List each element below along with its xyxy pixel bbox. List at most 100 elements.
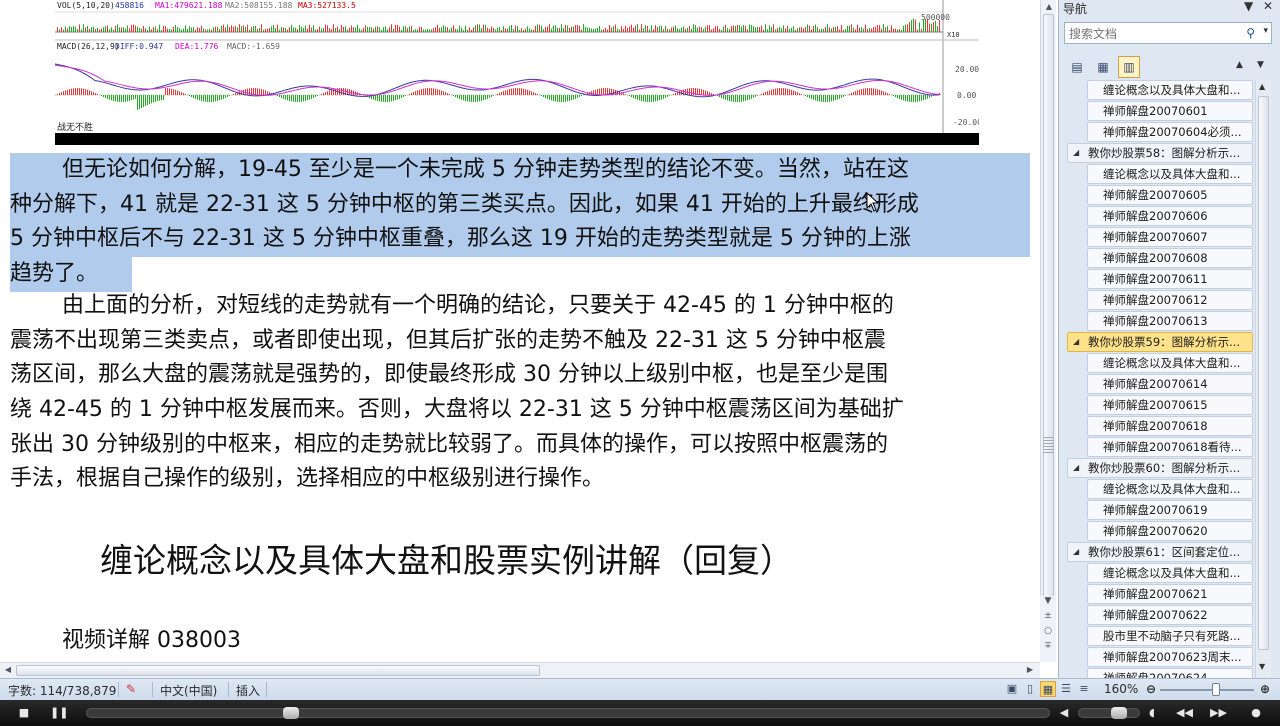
volume-bar <box>345 26 346 32</box>
nav-heading-item[interactable]: ◢ 教你炒股票61：区间套定位... <box>1067 542 1253 562</box>
language-indicator[interactable]: 中文(中国) <box>160 682 217 699</box>
tab-results-icon[interactable]: ▥ <box>1118 56 1140 78</box>
select-browse-object-icon[interactable]: ○ <box>1040 626 1056 641</box>
document-horizontal-scrollbar[interactable]: ◀ ▶ <box>0 662 1040 678</box>
nav-subheading-item[interactable]: 禅师解盘20070622 <box>1087 605 1253 625</box>
nav-subheading-item[interactable]: 禅师解盘20070601 <box>1087 101 1253 121</box>
nav-scroll-thumb[interactable] <box>1258 96 1269 650</box>
macd-bar <box>649 95 650 102</box>
web-layout-view-icon[interactable]: ▦ <box>1040 681 1056 697</box>
proofing-icon[interactable]: ✎ <box>126 682 136 696</box>
pause-icon[interactable]: ❚❚ <box>50 705 68 721</box>
collapse-triangle-icon[interactable]: ◢ <box>1073 144 1079 162</box>
fast-forward-icon[interactable]: ▶▶ <box>1210 705 1227 721</box>
nav-subheading-item[interactable]: 禅师解盘20070615 <box>1087 395 1253 415</box>
nav-subheading-item[interactable]: 禅师解盘20070606 <box>1087 206 1253 226</box>
tab-pages-icon[interactable]: ▦ <box>1092 56 1114 78</box>
seek-knob[interactable] <box>283 707 299 719</box>
nav-prev-result-icon[interactable]: ▲ <box>1236 60 1243 70</box>
collapse-triangle-icon[interactable]: ◢ <box>1073 543 1079 561</box>
volume-bar <box>721 29 722 32</box>
scroll-down-arrow-icon[interactable]: ▼ <box>1040 596 1056 611</box>
scroll-right-arrow-icon[interactable]: ▶ <box>1025 665 1035 675</box>
draft-view-icon[interactable]: ≡ <box>1076 681 1092 697</box>
next-page-icon[interactable]: ∓ <box>1040 641 1056 656</box>
nav-subheading-item[interactable]: 禅师解盘20070611 <box>1087 269 1253 289</box>
nav-search-box[interactable]: ⚲ ▾ <box>1064 22 1272 44</box>
collapse-triangle-icon[interactable]: ◢ <box>1073 333 1079 351</box>
macd-bar <box>389 95 390 102</box>
zoom-slider-knob[interactable] <box>1212 683 1220 696</box>
volume-bar <box>597 27 598 32</box>
full-screen-reading-view-icon[interactable]: ▯ <box>1022 681 1038 697</box>
volume-icon[interactable]: ◀ <box>1056 705 1072 721</box>
nav-heading-item[interactable]: ◢ 教你炒股票59：图解分析示... <box>1067 332 1253 352</box>
nav-vertical-scrollbar[interactable]: ▲ ▼ <box>1255 80 1271 678</box>
macd-bar <box>751 95 752 99</box>
search-options-chevron-icon[interactable]: ▾ <box>1263 26 1268 36</box>
horizontal-scroll-thumb[interactable] <box>16 665 540 676</box>
nav-subheading-item[interactable]: 禅师解盘20070618看待... <box>1087 437 1253 457</box>
nav-scroll-up-icon[interactable]: ▲ <box>1259 82 1265 91</box>
stop-icon[interactable]: ■ <box>16 705 32 721</box>
print-layout-view-icon[interactable]: ▣ <box>1004 681 1020 697</box>
collapse-triangle-icon[interactable]: ◢ <box>1073 459 1079 477</box>
zoom-slider[interactable] <box>1160 689 1254 691</box>
nav-dropdown-icon[interactable]: ▼ <box>1244 0 1253 13</box>
macd-bar <box>301 95 302 102</box>
volume-bar <box>395 24 396 32</box>
speaker-icon[interactable]: ◖ <box>1144 705 1160 721</box>
document-vertical-scrollbar[interactable]: ▲ <box>1040 0 1056 662</box>
paragraph-2[interactable]: 由上面的分析，对短线的走势就有一个明确的结论，只要关于 42-45 的 1 分钟… <box>10 289 1030 497</box>
zoom-in-icon[interactable]: ⊕ <box>1260 682 1270 696</box>
previous-page-icon[interactable]: ± <box>1040 611 1056 626</box>
volume-bar <box>925 18 926 32</box>
nav-search-input[interactable] <box>1065 24 1245 44</box>
nav-subheading-item[interactable]: 缠论概念以及具体大盘和... <box>1087 563 1253 583</box>
nav-subheading-item[interactable]: 禅师解盘20070620 <box>1087 521 1253 541</box>
nav-subheading-item[interactable]: 缠论概念以及具体大盘和... <box>1087 479 1253 499</box>
nav-subheading-item[interactable]: 禅师解盘20070621 <box>1087 584 1253 604</box>
record-icon[interactable]: ● <box>1248 705 1264 721</box>
playback-seek-bar[interactable] <box>86 707 1050 719</box>
nav-subheading-item[interactable]: 缠论概念以及具体大盘和... <box>1087 164 1253 184</box>
nav-subheading-item[interactable]: 禅师解盘20070612 <box>1087 290 1253 310</box>
tab-headings-icon[interactable]: ▤ <box>1066 56 1088 78</box>
nav-next-result-icon[interactable]: ▼ <box>1257 60 1264 70</box>
nav-heading-item[interactable]: ◢ 教你炒股票60：图解分析示... <box>1067 458 1253 478</box>
nav-subheading-item[interactable]: 禅师解盘20070614 <box>1087 374 1253 394</box>
macd-bar <box>749 95 750 100</box>
nav-subheading-item[interactable]: 缠论概念以及具体大盘和... <box>1087 353 1253 373</box>
nav-heading-item[interactable]: ◢ 教你炒股票58：图解分析示... <box>1067 143 1253 163</box>
volume-knob[interactable] <box>1111 707 1127 719</box>
nav-close-icon[interactable]: ✕ <box>1263 0 1273 13</box>
scroll-up-arrow-icon[interactable]: ▲ <box>1044 2 1054 12</box>
insert-mode-indicator[interactable]: 插入 <box>236 682 260 699</box>
nav-subheading-item[interactable]: 缠论概念以及具体大盘和... <box>1087 80 1253 100</box>
nav-subheading-item[interactable]: 禅师解盘20070613 <box>1087 311 1253 331</box>
nav-scroll-down-icon[interactable]: ▼ <box>1259 662 1265 671</box>
zoom-level[interactable]: 160% <box>1104 682 1138 696</box>
nav-subheading-item[interactable]: 股市里不动脑子只有死路... <box>1087 626 1253 646</box>
nav-subheading-item[interactable]: 禅师解盘20070605 <box>1087 185 1253 205</box>
scroll-left-arrow-icon[interactable]: ◀ <box>3 665 13 675</box>
outline-view-icon[interactable]: ☰ <box>1058 681 1074 697</box>
volume-bar <box>113 29 114 32</box>
vertical-scroll-thumb[interactable] <box>1043 14 1054 598</box>
volume-slider[interactable] <box>1078 707 1140 719</box>
nav-item-label: 禅师解盘20070611 <box>1103 272 1208 286</box>
nav-subheading-item[interactable]: 禅师解盘20070604必须... <box>1087 122 1253 142</box>
zoom-out-icon[interactable]: ⊖ <box>1146 682 1156 696</box>
word-count[interactable]: 字数: 114/738,879 <box>8 682 116 699</box>
paragraph-1-selected[interactable]: 但无论如何分解，19-45 至少是一个未完成 5 分钟走势类型的结论不变。当然，… <box>10 153 1030 303</box>
nav-subheading-item[interactable]: 禅师解盘20070619 <box>1087 500 1253 520</box>
nav-subheading-item[interactable]: 禅师解盘20070623周末... <box>1087 647 1253 667</box>
search-icon[interactable]: ⚲ <box>1246 26 1255 40</box>
nav-subheading-item[interactable]: 禅师解盘20070607 <box>1087 227 1253 247</box>
volume-bar <box>85 27 86 32</box>
rewind-icon[interactable]: ◀◀ <box>1176 705 1193 721</box>
nav-subheading-item[interactable]: 禅师解盘20070608 <box>1087 248 1253 268</box>
nav-subheading-item[interactable]: 禅师解盘20070618 <box>1087 416 1253 436</box>
document-canvas[interactable]: VOL(5,10,20) 458816 MA1:479621.188 MA2:5… <box>0 0 1040 662</box>
macd-bar <box>217 95 218 101</box>
